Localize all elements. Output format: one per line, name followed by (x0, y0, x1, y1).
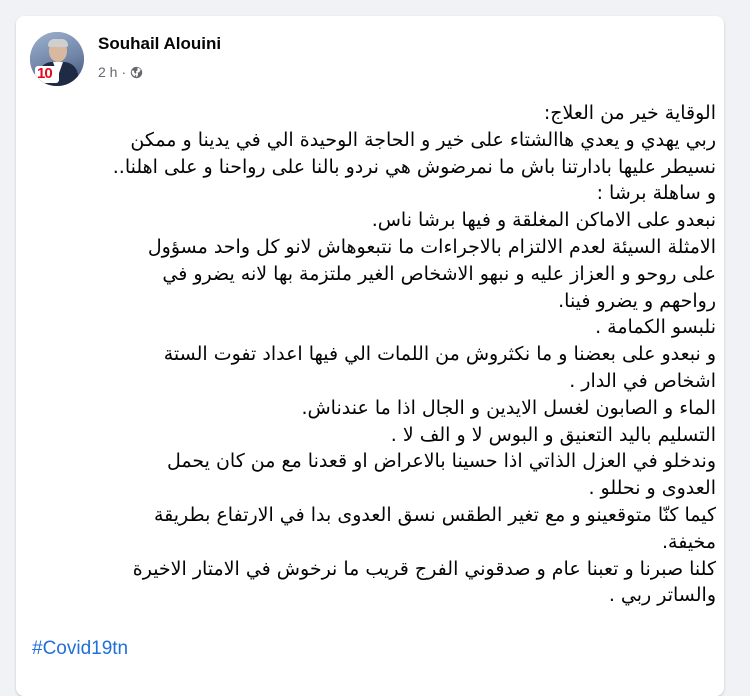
post-text-line: رواحهم و يضرو فينا. (558, 289, 716, 312)
globe-icon[interactable] (130, 66, 143, 79)
post-text-line: نبعدو على الاماكن المغلقة و فيها برشا نا… (371, 209, 716, 232)
channel-logo-text: 10 (37, 65, 53, 82)
post-text-line: اشخاص في الدار . (569, 369, 716, 392)
post-text-line: على روحو و العزاز عليه و نبهو الاشخاص ال… (162, 262, 716, 285)
post-text-line: و ساهلة برشا : (596, 182, 716, 205)
post-text-line: ربي يهدي و يعدي هاالشتاء على خير و الحاج… (130, 128, 716, 151)
post-timestamp[interactable]: 2 h (98, 64, 117, 80)
channel-logo: 10 (35, 65, 59, 83)
post-text-line: العدوى و نحللو . (588, 477, 716, 500)
post-text-line: مخيفة. (661, 530, 716, 553)
post-text-line: والساتر ربي . (608, 584, 716, 607)
avatar-hair (48, 39, 68, 47)
author-name[interactable]: Souhail Alouini (98, 34, 221, 54)
meta-separator: · (121, 64, 127, 80)
post-text-line: و نبعدو على بعضنا و ما نكثروش من اللمات … (163, 343, 716, 366)
post-text-line: الماء و الصابون لغسل الايدين و الجال اذا… (301, 396, 716, 419)
post-text-line: كلنا صبرنا و تعبنا عام و صدقوني الفرج قر… (132, 557, 716, 580)
post-meta: 2 h · (98, 62, 143, 82)
post-card: 10 Souhail Alouini 2 h · الوقاية خير من … (16, 16, 724, 696)
post-text-line: الامثلة السيئة لعدم الالتزام بالاجراءات … (147, 235, 716, 258)
post-text-line: التسليم باليد التعنيق و البوس لا و الف ل… (390, 423, 716, 446)
post-text-line: نلبسو الكمامة . (595, 316, 716, 339)
post-header: 10 Souhail Alouini 2 h · (30, 32, 670, 86)
post-text-line: وندخلو في العزل الذاتي اذا حسينا بالاعرا… (167, 450, 716, 473)
post-text-line: كيما كنّا متوقعينو و مع تغير الطقس نسق ا… (153, 503, 716, 526)
post-body: الوقاية خير من العلاج: ربي يهدي و يعدي ها… (30, 100, 716, 609)
post-text-line: نسيطر عليها بادارتنا باش ما نمرضوش هي نر… (112, 155, 716, 178)
author-avatar[interactable]: 10 (30, 32, 84, 86)
post-text-line: الوقاية خير من العلاج: (543, 102, 716, 124)
hashtag-link[interactable]: #Covid19tn (32, 638, 128, 660)
